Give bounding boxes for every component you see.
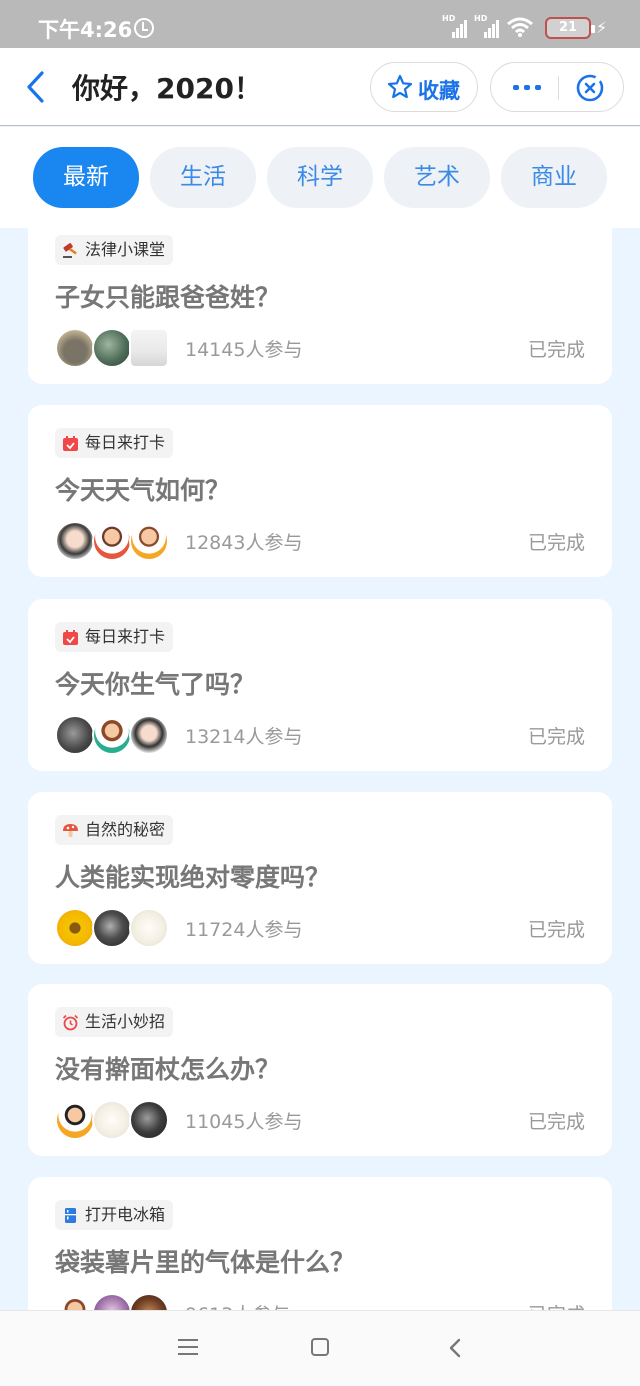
home-icon[interactable] [311,1338,329,1356]
category-tabs: 最新 生活 科学 艺术 商业 [0,127,640,228]
question-card[interactable]: 自然的秘密 人类能实现绝对零度吗？ 11724人参与 已完成 [28,792,612,964]
card-question: 人类能实现绝对零度吗？ [55,863,331,892]
participant-count: 9613人参与 [185,1300,290,1310]
status-label: 已完成 [528,1300,585,1310]
card-tag: 自然的秘密 [55,815,174,845]
avatar [129,715,169,755]
question-card[interactable]: 打开电冰箱 袋装薯片里的气体是什么？ 9613人参与 已完成 [28,1177,612,1310]
capsule-divider [558,76,559,100]
favorite-label: 收藏 [418,79,460,103]
wifi-icon [507,17,533,37]
star-icon [387,74,413,99]
card-question: 今天你生气了吗？ [55,670,256,699]
participant-count: 14145人参与 [185,339,303,361]
status-label: 已完成 [527,532,585,554]
avatar [92,328,132,368]
status-label: 已完成 [527,726,585,748]
question-card[interactable]: 每日来打卡 今天你生气了吗？ 13214人参与 已完成 [28,599,612,771]
alarm-clock-icon [62,1014,79,1031]
participant-avatars [55,1293,175,1310]
mini-program-capsule [490,62,624,112]
status-label: 已完成 [527,1111,585,1133]
avatar [92,715,132,755]
avatar [92,1293,132,1310]
mushroom-icon [63,824,78,837]
question-card[interactable]: 每日来打卡 今天天气如何？ 12843人参与 已完成 [28,405,612,577]
network-type-label: HD [442,14,456,23]
signal-icon: HD [474,14,502,38]
avatar [55,908,95,948]
header: 你好，2020！ 收藏 [0,48,640,126]
calendar-icon [63,630,78,645]
menu-icon[interactable] [178,1339,198,1355]
system-nav-bar [0,1310,640,1386]
card-tag: 打开电冰箱 [55,1200,174,1230]
tab-art[interactable]: 艺术 [384,147,490,208]
card-tag: 法律小课堂 [55,235,174,265]
card-tag-label: 自然的秘密 [85,820,166,839]
tab-business[interactable]: 商业 [501,147,607,208]
page-title: 你好，2020！ [72,72,262,105]
signal-icon: HD [442,14,470,38]
participant-avatars [55,908,175,950]
participant-count: 11045人参与 [185,1111,303,1133]
more-icon[interactable] [513,77,545,97]
card-tag-label: 每日来打卡 [85,433,166,452]
alarm-icon [134,18,154,38]
avatar [129,1100,169,1140]
card-tag-label: 打开电冰箱 [85,1205,166,1224]
card-question: 没有擀面杖怎么办？ [55,1055,281,1084]
avatar [92,908,132,948]
calendar-icon [63,436,78,451]
status-label: 已完成 [527,339,585,361]
participant-avatars [55,328,175,370]
battery-icon: 21 [545,17,595,39]
participant-avatars [55,1100,175,1142]
participant-count: 12843人参与 [185,532,303,554]
tab-science[interactable]: 科学 [267,147,373,208]
participant-count: 13214人参与 [185,726,303,748]
card-tag-label: 生活小妙招 [85,1012,166,1031]
tab-latest[interactable]: 最新 [33,147,139,208]
card-question: 子女只能跟爸爸姓？ [55,283,281,312]
avatar [92,1100,132,1140]
battery-level: 21 [558,20,578,35]
card-question: 袋装薯片里的气体是什么？ [55,1248,356,1277]
question-card[interactable]: 法律小课堂 子女只能跟爸爸姓？ 14145人参与 已完成 [28,228,612,384]
charging-icon: ⚡ [596,18,608,37]
participant-count: 11724人参与 [185,919,303,941]
network-type-label: HD [474,14,488,23]
avatar [55,521,95,561]
card-tag: 每日来打卡 [55,428,174,458]
back-icon[interactable] [447,1338,463,1358]
card-tag-label: 法律小课堂 [85,240,166,259]
favorite-button[interactable]: 收藏 [370,62,478,112]
avatar [55,1100,95,1140]
question-card[interactable]: 生活小妙招 没有擀面杖怎么办？ 11045人参与 已完成 [28,984,612,1156]
avatar [129,1293,169,1310]
card-tag: 每日来打卡 [55,622,174,652]
avatar [129,521,169,561]
tab-life[interactable]: 生活 [150,147,256,208]
participant-avatars [55,521,175,563]
avatar [92,521,132,561]
card-tag: 生活小妙招 [55,1007,174,1037]
fridge-icon [65,1208,76,1223]
close-circle-icon[interactable] [575,73,605,103]
status-bar: 下午4:26 HD HD 21 ⚡ [0,0,640,48]
avatar [55,1293,95,1310]
avatar [129,908,169,948]
card-question: 今天天气如何？ [55,476,231,505]
gavel-icon [63,243,77,258]
status-label: 已完成 [527,919,585,941]
avatar [55,715,95,755]
avatar [129,328,169,368]
question-list: 法律小课堂 子女只能跟爸爸姓？ 14145人参与 已完成 每日来打卡 今天天气如… [28,228,612,1310]
participant-avatars [55,715,175,757]
status-time: 下午4:26 [38,18,133,42]
avatar [55,328,95,368]
back-arrow-icon[interactable] [22,70,52,104]
card-tag-label: 每日来打卡 [85,627,166,646]
